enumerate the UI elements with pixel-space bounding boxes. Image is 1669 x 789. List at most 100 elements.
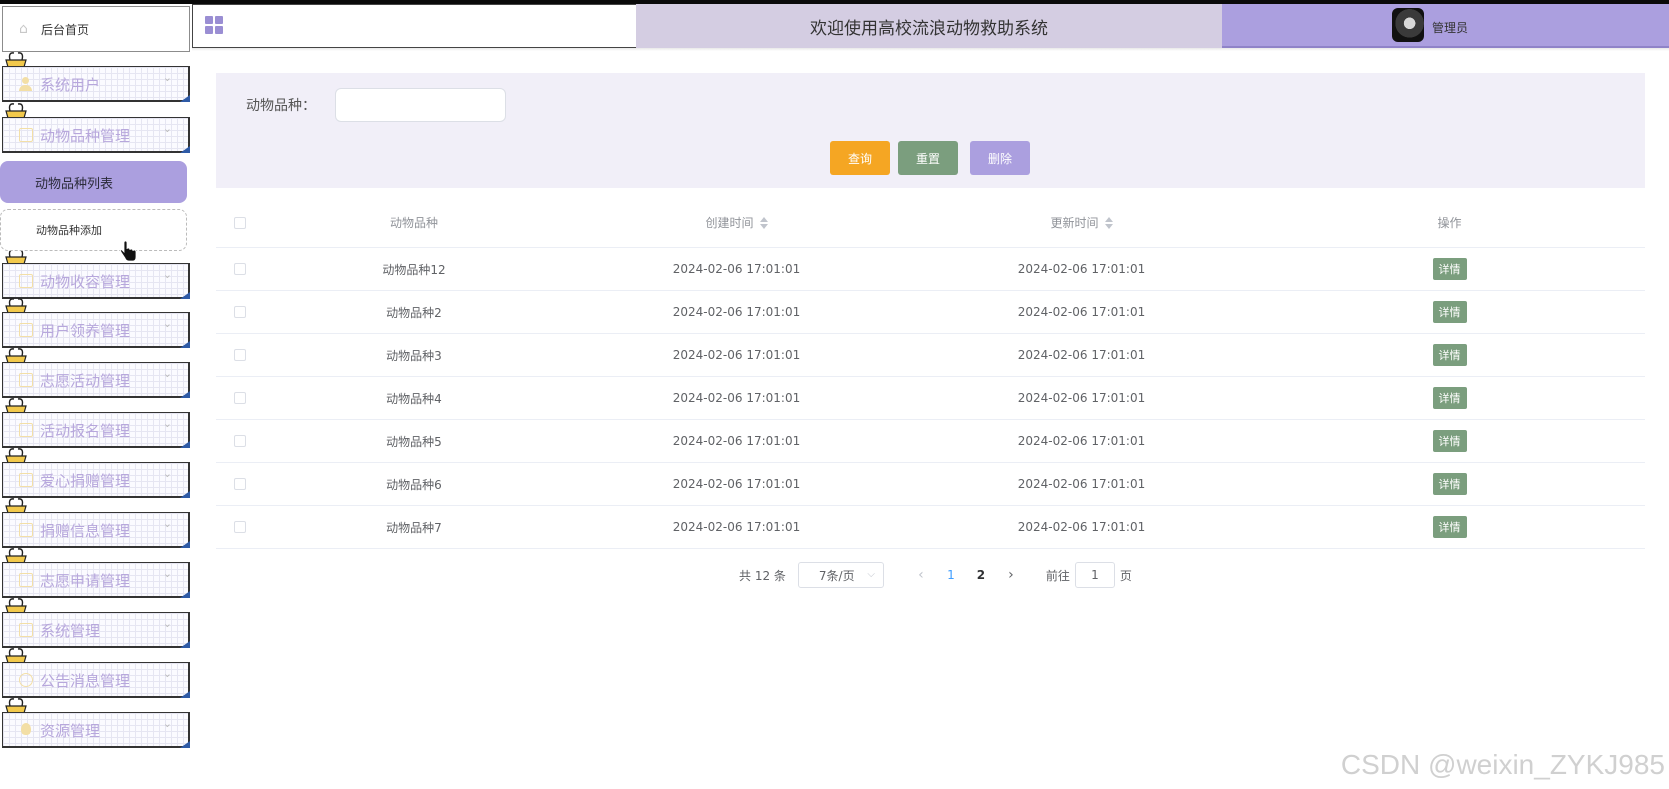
corner-fold — [180, 591, 190, 598]
row-checkbox[interactable] — [234, 306, 246, 318]
row-checkbox[interactable] — [234, 435, 246, 447]
row-checkbox[interactable] — [234, 263, 246, 275]
avatar[interactable] — [1392, 8, 1424, 42]
cell-ops: 详情 — [1254, 248, 1645, 290]
row-checkbox[interactable] — [234, 478, 246, 490]
sidebar-item[interactable]: 动物品种管理 ⌄ — [0, 103, 192, 153]
cell-updated: 2024-02-06 17:01:01 — [1017, 305, 1146, 319]
bulb-icon — [21, 723, 31, 735]
select-all-checkbox[interactable] — [234, 216, 246, 229]
sidebar-item[interactable]: 用户领养管理 ⌄ — [0, 298, 192, 348]
sidebar-item-box[interactable]: 捐赠信息管理 ⌄ — [2, 512, 190, 548]
hand-cursor-icon — [120, 240, 137, 262]
cell-breed: 动物品种6 — [386, 477, 442, 492]
cell-created: 2024-02-06 17:01:01 — [672, 434, 801, 448]
detail-button[interactable]: 详情 — [1432, 301, 1467, 323]
row-checkbox[interactable] — [234, 521, 246, 533]
sidebar-item-box[interactable]: 系统用户 ⌄ — [2, 66, 190, 102]
sidebar-item-box[interactable]: 爱心捐赠管理 ⌄ — [2, 462, 190, 498]
sidebar-item[interactable]: 活动报名管理 ⌄ — [0, 398, 192, 448]
sidebar-item-box[interactable]: 用户领养管理 ⌄ — [2, 312, 190, 348]
cell-created: 2024-02-06 17:01:01 — [672, 391, 801, 405]
breed-table: 动物品种 创建时间 更新时间 操作 动物品种12 2024-02-06 17:01… — [216, 198, 1645, 549]
sidebar-item[interactable]: 志愿申请管理 ⌄ — [0, 548, 192, 598]
detail-button[interactable]: 详情 — [1432, 430, 1467, 452]
sidebar-item[interactable]: 系统用户 ⌄ — [0, 52, 192, 102]
sidebar-item-box[interactable]: 志愿申请管理 ⌄ — [2, 562, 190, 598]
reset-button[interactable]: 重置 — [898, 141, 958, 175]
page-size-select[interactable]: 7条/页 ⌵ — [797, 562, 884, 588]
row-select-cell — [216, 506, 264, 548]
corner-fold — [180, 292, 190, 299]
column-header-updated[interactable]: 更新时间 — [909, 198, 1254, 247]
detail-button[interactable]: 详情 — [1432, 516, 1467, 538]
sidebar-item-box[interactable]: 公告消息管理 ⌄ — [2, 662, 190, 698]
row-checkbox[interactable] — [234, 349, 246, 361]
sidebar-item-box[interactable]: 动物收容管理 ⌄ — [2, 263, 190, 299]
cell-ops: 详情 — [1254, 377, 1645, 419]
doc-icon — [19, 128, 33, 142]
submenu-item-breed-list[interactable]: 动物品种列表 — [0, 161, 187, 203]
header-left — [192, 4, 636, 48]
next-page-button[interactable]: › — [996, 567, 1026, 583]
sidebar-item-label: 活动报名管理 — [40, 422, 131, 440]
query-button[interactable]: 查询 — [830, 141, 890, 175]
goto-page-input[interactable]: 1 — [1074, 562, 1115, 588]
detail-button[interactable]: 详情 — [1432, 258, 1467, 280]
detail-button[interactable]: 详情 — [1432, 344, 1467, 366]
sidebar-item-box[interactable]: 活动报名管理 ⌄ — [2, 412, 190, 448]
user-name[interactable]: 管理员 — [1432, 19, 1468, 36]
user-area[interactable]: 管理员 — [1222, 4, 1669, 48]
breed-search-input[interactable] — [335, 88, 506, 122]
sidebar-item-box[interactable]: 系统管理 ⌄ — [2, 612, 190, 648]
cell-created: 2024-02-06 17:01:01 — [672, 305, 801, 319]
sidebar-item[interactable]: 志愿活动管理 ⌄ — [0, 348, 192, 398]
delete-button[interactable]: 删除 — [970, 141, 1030, 175]
sidebar-item[interactable]: 爱心捐赠管理 ⌄ — [0, 448, 192, 498]
submenu-item-breed-add[interactable]: 动物品种添加 — [0, 209, 187, 251]
detail-button[interactable]: 详情 — [1432, 387, 1467, 409]
corner-fold — [180, 441, 190, 448]
sidebar-item[interactable]: 公告消息管理 ⌄ — [0, 648, 192, 698]
sidebar-item[interactable]: 捐赠信息管理 ⌄ — [0, 498, 192, 548]
column-header-breed: 动物品种 — [389, 216, 438, 230]
sidebar-item-label: 志愿申请管理 — [40, 572, 131, 590]
table-header: 动物品种 创建时间 更新时间 操作 — [216, 198, 1645, 248]
page-button[interactable]: 1 — [936, 568, 966, 582]
sort-icon[interactable] — [759, 216, 768, 229]
doc-icon — [19, 274, 33, 288]
cell-updated: 2024-02-06 17:01:01 — [1017, 262, 1146, 276]
table-row: 动物品种7 2024-02-06 17:01:01 2024-02-06 17:01… — [216, 506, 1645, 549]
pagination: 共 12 条 7条/页 ⌵ ‹ 1 2 › 前往 1 页 — [739, 562, 1132, 588]
row-checkbox[interactable] — [234, 392, 246, 404]
sidebar-item[interactable]: 资源管理 ⌄ — [0, 698, 192, 748]
picture-icon — [19, 623, 33, 637]
sidebar-item-box[interactable]: 志愿活动管理 ⌄ — [2, 362, 190, 398]
cell-created: 2024-02-06 17:01:01 — [672, 477, 801, 491]
chevron-down-icon: ⌄ — [162, 417, 172, 430]
cell-ops: 详情 — [1254, 506, 1645, 548]
header-shadow — [192, 48, 1669, 51]
grid-menu-icon[interactable] — [205, 16, 223, 34]
page-button[interactable]: 2 — [966, 568, 996, 582]
sidebar-item-box[interactable]: 资源管理 ⌄ — [2, 712, 190, 748]
watermark: CSDN @weixin_ZYKJ985 — [1340, 749, 1665, 780]
row-select-cell — [216, 291, 264, 333]
corner-fold — [180, 691, 190, 698]
sidebar-item-home[interactable]: ⌂ 后台首页 — [2, 6, 190, 52]
sidebar-item[interactable]: 动物收容管理 ⌄ — [0, 249, 192, 299]
column-header-created[interactable]: 创建时间 — [564, 198, 909, 247]
table-row: 动物品种6 2024-02-06 17:01:01 2024-02-06 17:01… — [216, 463, 1645, 506]
sort-icon[interactable] — [1104, 216, 1113, 229]
goto-suffix: 页 — [1119, 568, 1132, 583]
doc-icon — [19, 573, 33, 587]
prev-page-button[interactable]: ‹ — [906, 567, 936, 583]
cell-breed: 动物品种7 — [386, 520, 442, 535]
sidebar-item[interactable]: 系统管理 ⌄ — [0, 598, 192, 648]
detail-button[interactable]: 详情 — [1432, 473, 1467, 495]
sidebar-item-label: 爱心捐赠管理 — [40, 472, 131, 490]
cell-ops: 详情 — [1254, 420, 1645, 462]
corner-fold — [180, 391, 190, 398]
sidebar-item-box[interactable]: 动物品种管理 ⌄ — [2, 117, 190, 153]
sidebar-item-label: 志愿活动管理 — [40, 372, 131, 390]
